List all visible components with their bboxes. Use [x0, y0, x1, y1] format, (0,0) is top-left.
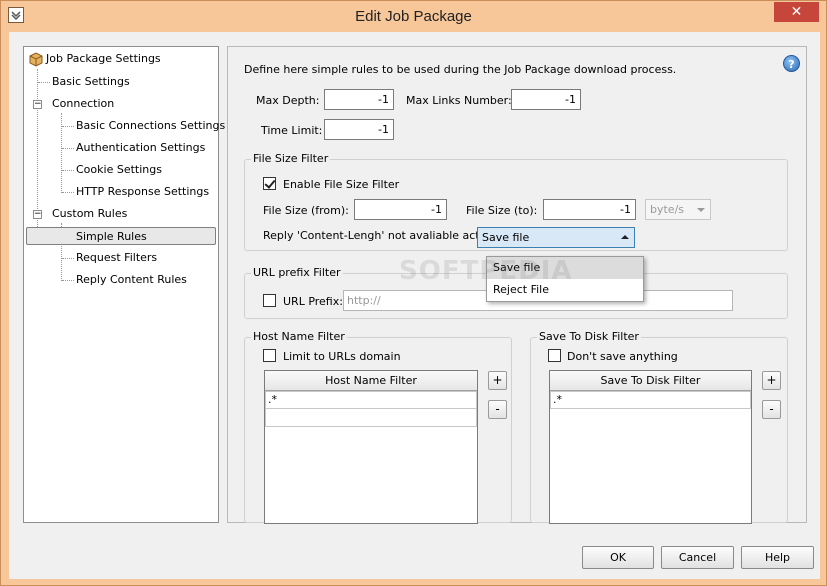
host-name-remove-button[interactable]: - — [488, 400, 507, 419]
tree-guide-line — [62, 280, 74, 281]
save-to-disk-remove-button[interactable]: - — [762, 400, 781, 419]
url-prefix-label: URL Prefix: — [283, 295, 343, 308]
tree-item-simple-rules[interactable]: Simple Rules — [26, 227, 216, 245]
host-name-filter-table[interactable]: Host Name Filter .* — [264, 370, 478, 524]
host-name-add-button[interactable]: + — [488, 371, 507, 390]
file-size-filter-title: File Size Filter — [251, 152, 331, 165]
host-name-filter-title: Host Name Filter — [251, 330, 347, 343]
tree-item-basic-connections-settings[interactable]: Basic Connections Settings — [76, 117, 225, 135]
file-size-unit-value: byte/s — [650, 203, 685, 216]
tree-item-http-response-settings[interactable]: HTTP Response Settings — [76, 183, 209, 201]
url-prefix-checkbox[interactable] — [263, 294, 276, 307]
tree-guide-line — [38, 82, 50, 83]
title-bar[interactable]: Edit Job Package ✕ — [1, 1, 826, 32]
save-to-disk-filter-title: Save To Disk Filter — [537, 330, 641, 343]
tree-guide-line — [62, 170, 74, 171]
max-links-number-label: Max Links Number: — [406, 94, 512, 107]
tree-item-request-filters[interactable]: Request Filters — [76, 249, 157, 267]
chevron-up-icon — [621, 235, 629, 239]
tree-item-authentication-settings[interactable]: Authentication Settings — [76, 139, 205, 157]
limit-to-urls-domain-checkbox[interactable] — [263, 349, 276, 362]
tree-item-cookie-settings[interactable]: Cookie Settings — [76, 161, 162, 179]
tree-guide-line — [61, 113, 62, 193]
help-icon[interactable]: ? — [783, 55, 800, 72]
help-button[interactable]: Help — [741, 546, 814, 569]
tree-item-connection[interactable]: Connection — [52, 95, 114, 113]
cancel-button[interactable]: Cancel — [661, 546, 734, 569]
dont-save-anything-label: Don't save anything — [567, 350, 678, 363]
file-size-unit-select[interactable]: byte/s — [645, 199, 711, 220]
max-depth-label: Max Depth: — [256, 94, 320, 107]
save-to-disk-filter-group: Save To Disk Filter Don't save anything … — [530, 330, 788, 524]
save-to-disk-add-button[interactable]: + — [762, 371, 781, 390]
tree-guide-line — [62, 192, 74, 193]
chevron-down-icon — [697, 208, 705, 212]
ok-button[interactable]: OK — [582, 546, 654, 569]
host-name-filter-group: Host Name Filter Limit to URLs domain Ho… — [244, 330, 512, 524]
file-size-from-input[interactable]: -1 — [354, 199, 447, 220]
reply-action-value: Save file — [482, 231, 530, 244]
reply-action-select[interactable]: Save file — [477, 227, 635, 248]
panel-description: Define here simple rules to be used duri… — [244, 63, 677, 76]
close-button[interactable]: ✕ — [774, 2, 819, 22]
table-row[interactable]: .* — [265, 391, 477, 409]
file-size-from-label: File Size (from): — [263, 204, 349, 217]
tree-item-basic-settings[interactable]: Basic Settings — [52, 73, 130, 91]
edit-job-package-window: Edit Job Package ✕ Job Package Settings … — [0, 0, 827, 586]
tree-item-reply-content-rules[interactable]: Reply Content Rules — [76, 271, 187, 289]
collapse-connection-icon[interactable]: − — [33, 100, 42, 109]
tree-item-custom-rules[interactable]: Custom Rules — [52, 205, 127, 223]
max-links-number-input[interactable]: -1 — [511, 89, 581, 110]
reply-action-label: Reply 'Content-Lengh' not avaliable acti… — [263, 229, 501, 242]
settings-tree: Job Package Settings Basic Settings − Co… — [23, 46, 225, 523]
file-size-to-input[interactable]: -1 — [543, 199, 636, 220]
window-title: Edit Job Package — [355, 8, 472, 25]
limit-to-urls-domain-label: Limit to URLs domain — [283, 350, 401, 363]
table-row[interactable]: .* — [550, 391, 751, 409]
tree-guide-line — [62, 148, 74, 149]
tree-guide-line — [62, 126, 74, 127]
host-name-filter-column-header[interactable]: Host Name Filter — [265, 371, 477, 391]
url-prefix-filter-title: URL prefix Filter — [251, 266, 343, 279]
time-limit-label: Time Limit: — [261, 124, 323, 137]
package-box-icon — [28, 51, 44, 70]
save-to-disk-filter-table[interactable]: Save To Disk Filter .* — [549, 370, 752, 524]
collapse-custom-rules-icon[interactable]: − — [33, 210, 42, 219]
dialog-client-area: Job Package Settings Basic Settings − Co… — [9, 32, 820, 579]
file-size-to-label: File Size (to): — [466, 204, 538, 217]
enable-file-size-filter-label: Enable File Size Filter — [283, 178, 400, 191]
save-to-disk-filter-column-header[interactable]: Save To Disk Filter — [550, 371, 751, 391]
tree-guide-line — [62, 258, 74, 259]
file-size-filter-group: File Size Filter Enable File Size Filter… — [244, 152, 788, 251]
close-icon: ✕ — [790, 4, 803, 20]
dont-save-anything-checkbox[interactable] — [548, 349, 561, 362]
enable-file-size-filter-checkbox[interactable] — [263, 177, 276, 190]
max-depth-input[interactable]: -1 — [324, 89, 394, 110]
watermark: SOFTPEDIA — [399, 256, 573, 286]
tree-item-job-package-settings[interactable]: Job Package Settings — [46, 50, 161, 68]
table-row[interactable] — [265, 409, 477, 427]
time-limit-input[interactable]: -1 — [324, 119, 394, 140]
